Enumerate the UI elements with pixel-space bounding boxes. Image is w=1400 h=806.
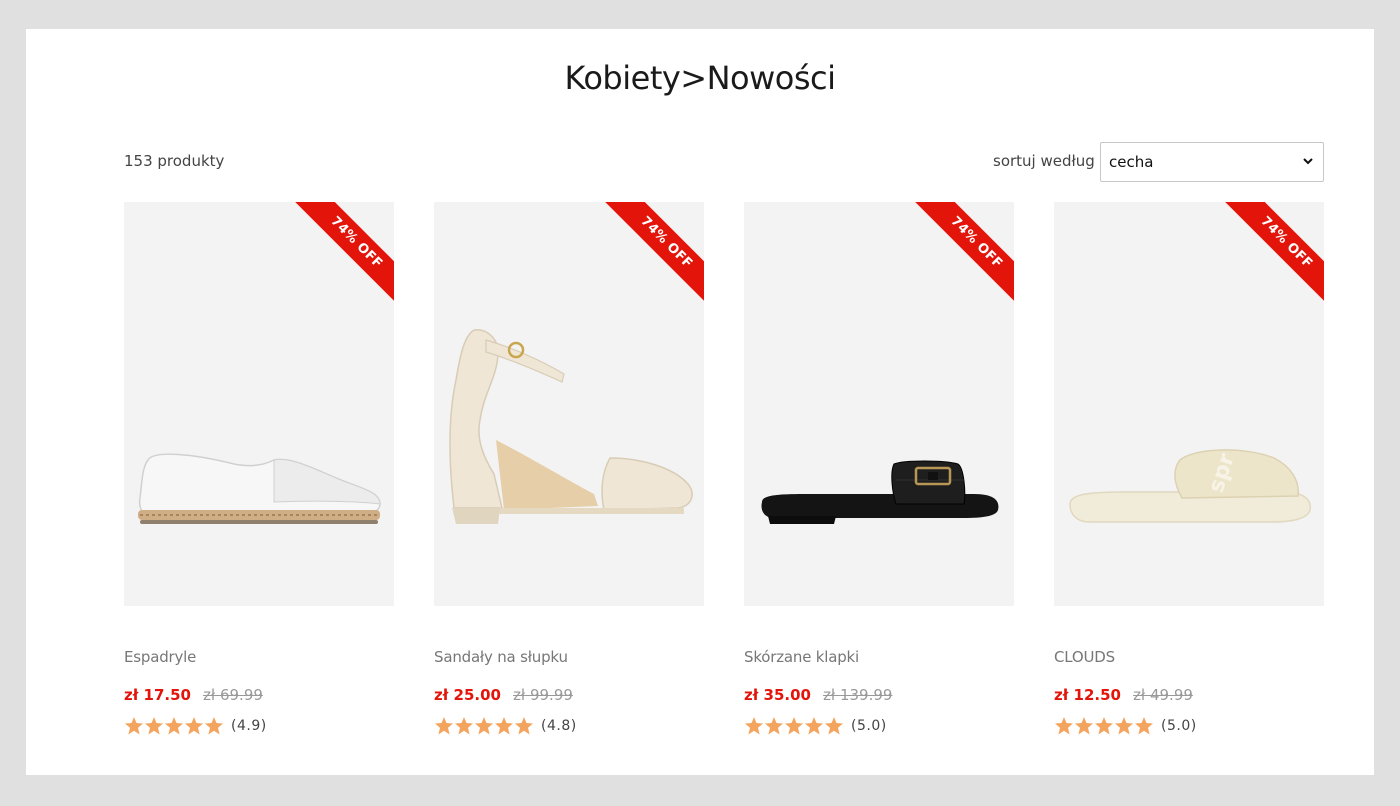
product-image[interactable]: 74% OFF [744, 202, 1014, 606]
product-card[interactable]: 74% OFF Sandały na słupku zł 25.00 zł 99… [434, 202, 704, 735]
price-row: zł 12.50 zł 49.99 [1054, 685, 1193, 704]
star-icon [185, 717, 203, 735]
product-card[interactable]: 74% OFF Espadryle zł 17.50 zł 69.99 (4.9… [124, 202, 394, 735]
star-rating [1054, 716, 1154, 736]
star-icon [495, 717, 513, 735]
star-icon [765, 717, 783, 735]
original-price: zł 99.99 [513, 686, 573, 704]
star-icon [145, 717, 163, 735]
pool-slide-icon: spr [1069, 449, 1312, 523]
original-price: zł 49.99 [1133, 686, 1193, 704]
price-row: zł 17.50 zł 69.99 [124, 685, 263, 704]
product-image[interactable]: 74% OFF [124, 202, 394, 606]
star-rating [434, 716, 534, 736]
star-icon [785, 717, 803, 735]
rating-value: (5.0) [851, 718, 887, 734]
rating-value: (4.9) [231, 718, 267, 734]
content-panel: Kobiety>Nowości 153 produkty sortuj wedł… [26, 29, 1374, 775]
espadrille-shoe-icon [138, 453, 381, 524]
product-image[interactable]: spr 74% OFF [1054, 202, 1324, 606]
rating-value: (4.8) [541, 718, 577, 734]
product-card[interactable]: 74% OFF Skórzane klapki zł 35.00 zł 139.… [744, 202, 1014, 735]
sort-select[interactable]: cecha [1100, 142, 1324, 182]
product-count: 153 produkty [124, 152, 225, 170]
star-icon [745, 717, 763, 735]
rating-row: (5.0) [744, 716, 887, 736]
original-price: zł 69.99 [203, 686, 263, 704]
star-icon [125, 717, 143, 735]
product-name[interactable]: Espadryle [124, 648, 196, 666]
price-row: zł 25.00 zł 99.99 [434, 685, 573, 704]
sale-price: zł 25.00 [434, 686, 501, 704]
rating-value: (5.0) [1161, 718, 1197, 734]
star-rating [124, 716, 224, 736]
star-icon [1095, 717, 1113, 735]
star-icon [435, 717, 453, 735]
star-icon [455, 717, 473, 735]
star-icon [475, 717, 493, 735]
sort-label: sortuj według [993, 152, 1095, 170]
product-name[interactable]: Sandały na słupku [434, 648, 568, 666]
star-rating [744, 716, 844, 736]
rating-row: (4.9) [124, 716, 267, 736]
star-icon [805, 717, 823, 735]
original-price: zł 139.99 [823, 686, 893, 704]
star-icon [825, 717, 843, 735]
leather-slide-icon [761, 460, 999, 524]
rating-row: (5.0) [1054, 716, 1197, 736]
sale-price: zł 17.50 [124, 686, 191, 704]
price-row: zł 35.00 zł 139.99 [744, 685, 892, 704]
star-icon [205, 717, 223, 735]
sale-price: zł 12.50 [1054, 686, 1121, 704]
chevron-down-icon [1303, 158, 1313, 165]
block-heel-sandal-icon [449, 329, 693, 524]
product-name[interactable]: Skórzane klapki [744, 648, 859, 666]
rating-row: (4.8) [434, 716, 577, 736]
product-card[interactable]: spr 74% OFF CLOUDS zł 12.50 zł 49.99 (5.… [1054, 202, 1324, 735]
star-icon [1075, 717, 1093, 735]
product-name[interactable]: CLOUDS [1054, 648, 1115, 666]
sale-price: zł 35.00 [744, 686, 811, 704]
product-image[interactable]: 74% OFF [434, 202, 704, 606]
star-icon [1115, 717, 1133, 735]
star-icon [165, 717, 183, 735]
star-icon [1055, 717, 1073, 735]
star-icon [1135, 717, 1153, 735]
sort-select-value: cecha [1109, 153, 1154, 171]
star-icon [515, 717, 533, 735]
page-title: Kobiety>Nowości [564, 59, 836, 97]
